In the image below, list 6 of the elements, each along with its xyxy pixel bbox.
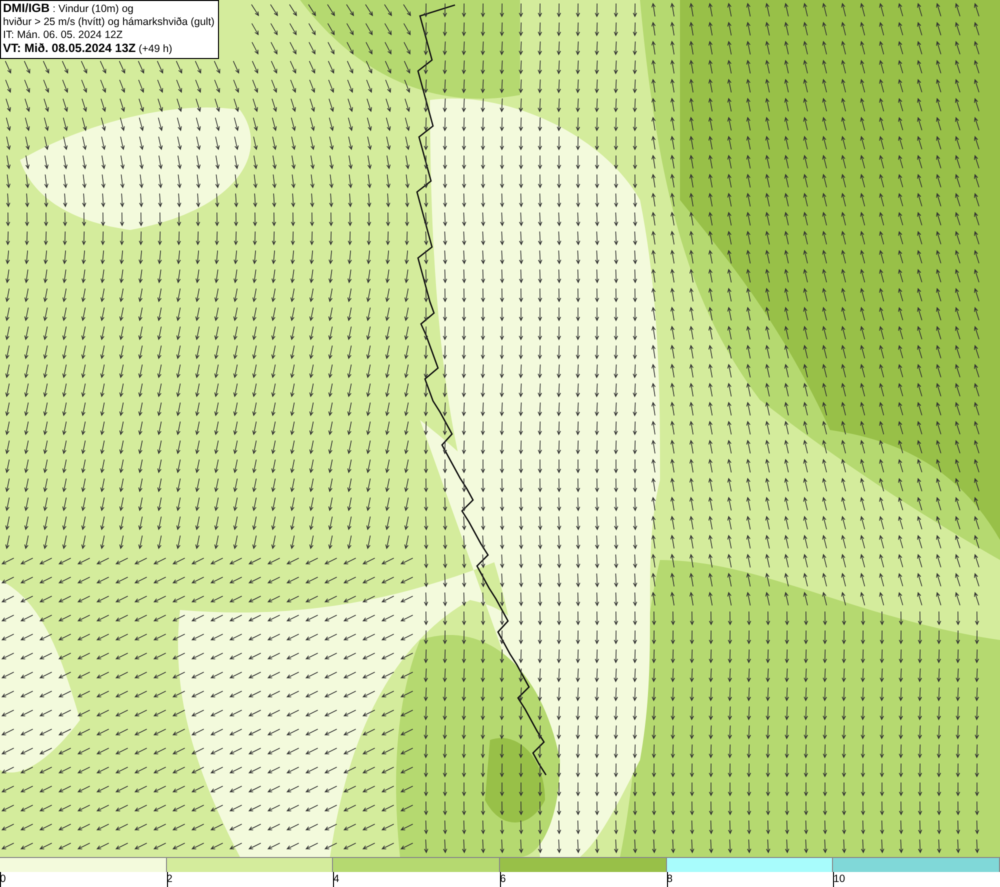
- legend-tick-label: 4: [333, 873, 340, 885]
- map-title-line: DMI/IGB : Vindur (10m) og: [3, 2, 135, 16]
- legend-tick-label: 10: [833, 873, 846, 885]
- map-title-line: VT: Mið. 08.05.2024 13Z (+49 h): [3, 42, 174, 56]
- map-title-line: IT: Mán. 06. 05. 2024 12Z: [3, 29, 124, 42]
- map-title-line: hviður > 25 m/s (hvítt) og hámarkshviða (gult): [3, 16, 215, 29]
